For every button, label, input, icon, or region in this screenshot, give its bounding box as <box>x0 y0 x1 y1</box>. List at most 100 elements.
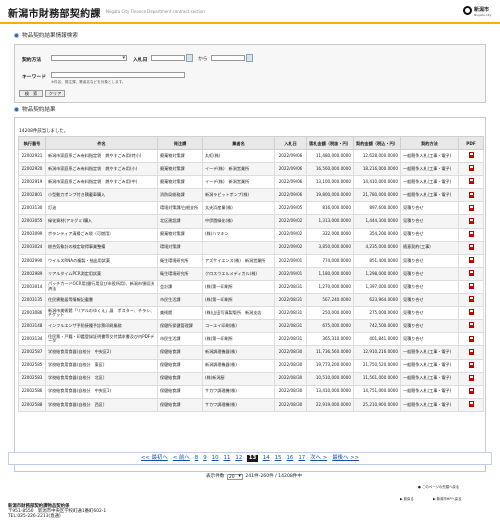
home-link[interactable]: ▶新潟市HPへ戻る <box>433 496 462 501</box>
subject-link[interactable]: ボランティア清掃ごみ袋（可燃用） <box>45 227 158 242</box>
subject-link[interactable]: リアルタイムPCR測定用試薬 <box>45 266 158 281</box>
pager-page-link[interactable]: 9 <box>203 455 206 461</box>
bid-date: 2022/09/06 <box>274 175 307 190</box>
pdf-icon[interactable] <box>468 296 474 303</box>
pdf-cell <box>458 345 484 360</box>
winning-amount: 1,180,000.0000 <box>306 266 354 281</box>
pdf-icon[interactable] <box>468 165 474 172</box>
subject-link[interactable]: 住民異動届等情報記載書 <box>45 293 158 308</box>
subject-link[interactable]: 灯油 <box>45 201 158 216</box>
exec-number: 22003135 <box>18 293 46 308</box>
subject-link[interactable]: 住民票・戸籍・印鑑登録証明書等交付請求書及び内PDFデータ <box>45 332 158 347</box>
subject-link[interactable]: 小型動力ポンプ付き積載車購入 <box>45 188 158 203</box>
pdf-icon[interactable] <box>468 322 474 329</box>
pdf-icon[interactable] <box>468 243 474 250</box>
subject-link[interactable]: 新潟市家庭系ごみ有料指定袋 燃やすごみ用(特小) <box>45 148 158 164</box>
subject-link[interactable]: 学校給食用食器(自校分 西区) <box>45 397 158 412</box>
pager-first-link[interactable]: << 最初へ <box>141 455 168 461</box>
pdf-icon[interactable] <box>468 361 474 368</box>
ordering-dept: 保健給食課 <box>157 345 203 360</box>
contract-amount: 21,780,000.0000 <box>353 188 401 203</box>
bid-date: 2022/09/06 <box>274 188 307 203</box>
results-panel: 14208件該当しました。 執行番号 件名 発注課 業者名 入札日 落札金額（税抜・円）契… <box>14 117 486 472</box>
table-row: 22003134 住民票・戸籍・印鑑登録証明書等交付請求書及び内PDFデータ 市民生… <box>18 332 484 347</box>
keyword-input[interactable] <box>51 72 185 78</box>
organization-info: 新潟市財務部契約課物品契約係 〒951-8550 新潟市中央区学校町通1番町60… <box>8 504 106 520</box>
bid-date: 2022/09/01 <box>274 253 307 268</box>
from-label: から <box>198 57 208 62</box>
pdf-icon[interactable] <box>468 387 474 394</box>
calendar-from-icon[interactable] <box>186 54 193 62</box>
table-row: 22003148 インフルエンザ予防接種予診票印刷業務 保健所保健管理課 コーエイ印刷… <box>18 319 484 334</box>
pager-page-link[interactable]: 10 <box>212 455 219 461</box>
search-button[interactable]: 検 索 <box>19 90 43 97</box>
pdf-icon[interactable] <box>468 401 474 408</box>
column-header: 件名 <box>45 136 158 150</box>
pager-page-link[interactable]: 11 <box>224 455 231 461</box>
pdf-icon[interactable] <box>468 348 474 355</box>
pager-page-link[interactable]: 14 <box>263 455 270 461</box>
pager-page-link[interactable]: 15 <box>275 455 282 461</box>
date-to-input[interactable] <box>211 55 245 61</box>
winning-amount: 322,000.0000 <box>306 227 354 242</box>
logo-english: Niigata City <box>474 13 492 17</box>
subject-link[interactable]: 緑化資材(アキグミ)購入 <box>45 214 158 229</box>
contract-amount: 1,298,000.0000 <box>353 266 401 281</box>
pdf-icon[interactable] <box>468 217 474 224</box>
subject-link[interactable]: 学校給食用食器(自校分 中央区2) <box>45 345 158 360</box>
subject-link[interactable]: 新潟市家庭系ごみ有料指定袋 燃やすごみ用(小) <box>45 162 158 177</box>
subject-link[interactable]: 新潟市美術館「リアルのゆくえ」展 ポスター、チラシ、チケット <box>45 306 158 321</box>
search-form: 契約方法 入札日 から キーワード ※件名、発注課、業者名などを対象とします。 … <box>14 44 486 103</box>
city-logo[interactable]: 新潟市 Niigata City <box>463 5 493 19</box>
subject-link[interactable]: 総合気象計の検定取得事業整備 <box>45 240 158 255</box>
pdf-icon[interactable] <box>468 152 474 159</box>
table-row: 22003014 パッチカードOCR用(銀行用及び市役所用)、新潟市領収決済法 会計… <box>18 279 484 295</box>
pdf-icon[interactable] <box>468 283 474 290</box>
pdf-icon[interactable] <box>468 257 474 263</box>
pdf-icon[interactable] <box>468 335 474 342</box>
pager-page-link[interactable]: 12 <box>235 455 242 461</box>
subject-link[interactable]: 新潟市家庭系ごみ有料指定袋 燃やすごみ用(中) <box>45 175 158 190</box>
exec-number: 22002586 <box>18 384 46 399</box>
method-select[interactable] <box>51 55 127 61</box>
pager-prev-link[interactable]: < 前へ <box>173 455 190 461</box>
exec-number: 22002990 <box>18 253 46 268</box>
date-from-input[interactable] <box>151 55 185 61</box>
contract-amount: 11,561,000.0000 <box>353 371 401 386</box>
per-page-select[interactable]: 20 <box>226 474 243 480</box>
vendor-name: イーデ(株) 新潟営業所 <box>202 175 275 190</box>
table-row: 22002921 新潟市家庭系ごみ有料指定袋 燃やすごみ用(特小) 廃棄物対策課 丸紅… <box>18 148 484 164</box>
pdf-icon[interactable] <box>468 309 474 316</box>
pdf-icon[interactable] <box>468 374 474 381</box>
contract-method: 一般競争入札(工事・電子) <box>400 371 459 386</box>
subject-link[interactable]: パッチカードOCR用(銀行用及び市役所用)、新潟市領収決済法 <box>45 279 158 295</box>
pdf-cell <box>458 306 484 321</box>
pager-page-link[interactable]: 16 <box>286 455 293 461</box>
search-heading: 物品契約結果情報検索 <box>14 31 78 39</box>
clear-button[interactable]: クリア <box>45 90 65 97</box>
pager-page-link[interactable]: 8 <box>195 455 198 461</box>
subject-link[interactable]: ウイルスRNAの複製・抽出用試薬 <box>45 253 158 268</box>
contract-amount: 742,500.0000 <box>353 319 401 334</box>
back-link[interactable]: ▶前戻る <box>400 496 414 501</box>
pdf-icon[interactable] <box>468 204 474 211</box>
page-top-link[interactable]: ●このページの先頭へ戻る <box>418 484 459 489</box>
pager-page-link[interactable]: 17 <box>298 455 305 461</box>
subject-link[interactable]: 学校給食用食器(自校分 東区) <box>45 358 158 373</box>
calendar-to-icon[interactable] <box>246 54 253 62</box>
subject-link[interactable]: 学校給食用食器(自校分 中央区1) <box>45 384 158 399</box>
site-subtitle: Niigata City Finance Department contract… <box>106 9 205 14</box>
pdf-icon[interactable] <box>468 191 474 198</box>
pdf-icon[interactable] <box>468 270 474 277</box>
table-row: 22003055 緑化資材(アキグミ)購入 北区建設課 中伊園緑化(株) 2022/09… <box>18 214 484 229</box>
subject-link[interactable]: 学校給食用食器(自校分 北区) <box>45 371 158 386</box>
exec-number: 22003099 <box>18 227 46 242</box>
pdf-icon[interactable] <box>468 178 474 185</box>
pdf-cell <box>458 279 484 295</box>
pager-last-link[interactable]: 最後へ >> <box>332 455 359 461</box>
pager-next-link[interactable]: 次へ > <box>310 455 327 461</box>
subject-link[interactable]: インフルエンザ予防接種予診票印刷業務 <box>45 319 158 334</box>
contract-amount: 4,235,000.0000 <box>353 240 401 255</box>
pdf-icon[interactable] <box>468 230 474 237</box>
site-title[interactable]: 新潟市財務部契約課 <box>8 5 101 20</box>
